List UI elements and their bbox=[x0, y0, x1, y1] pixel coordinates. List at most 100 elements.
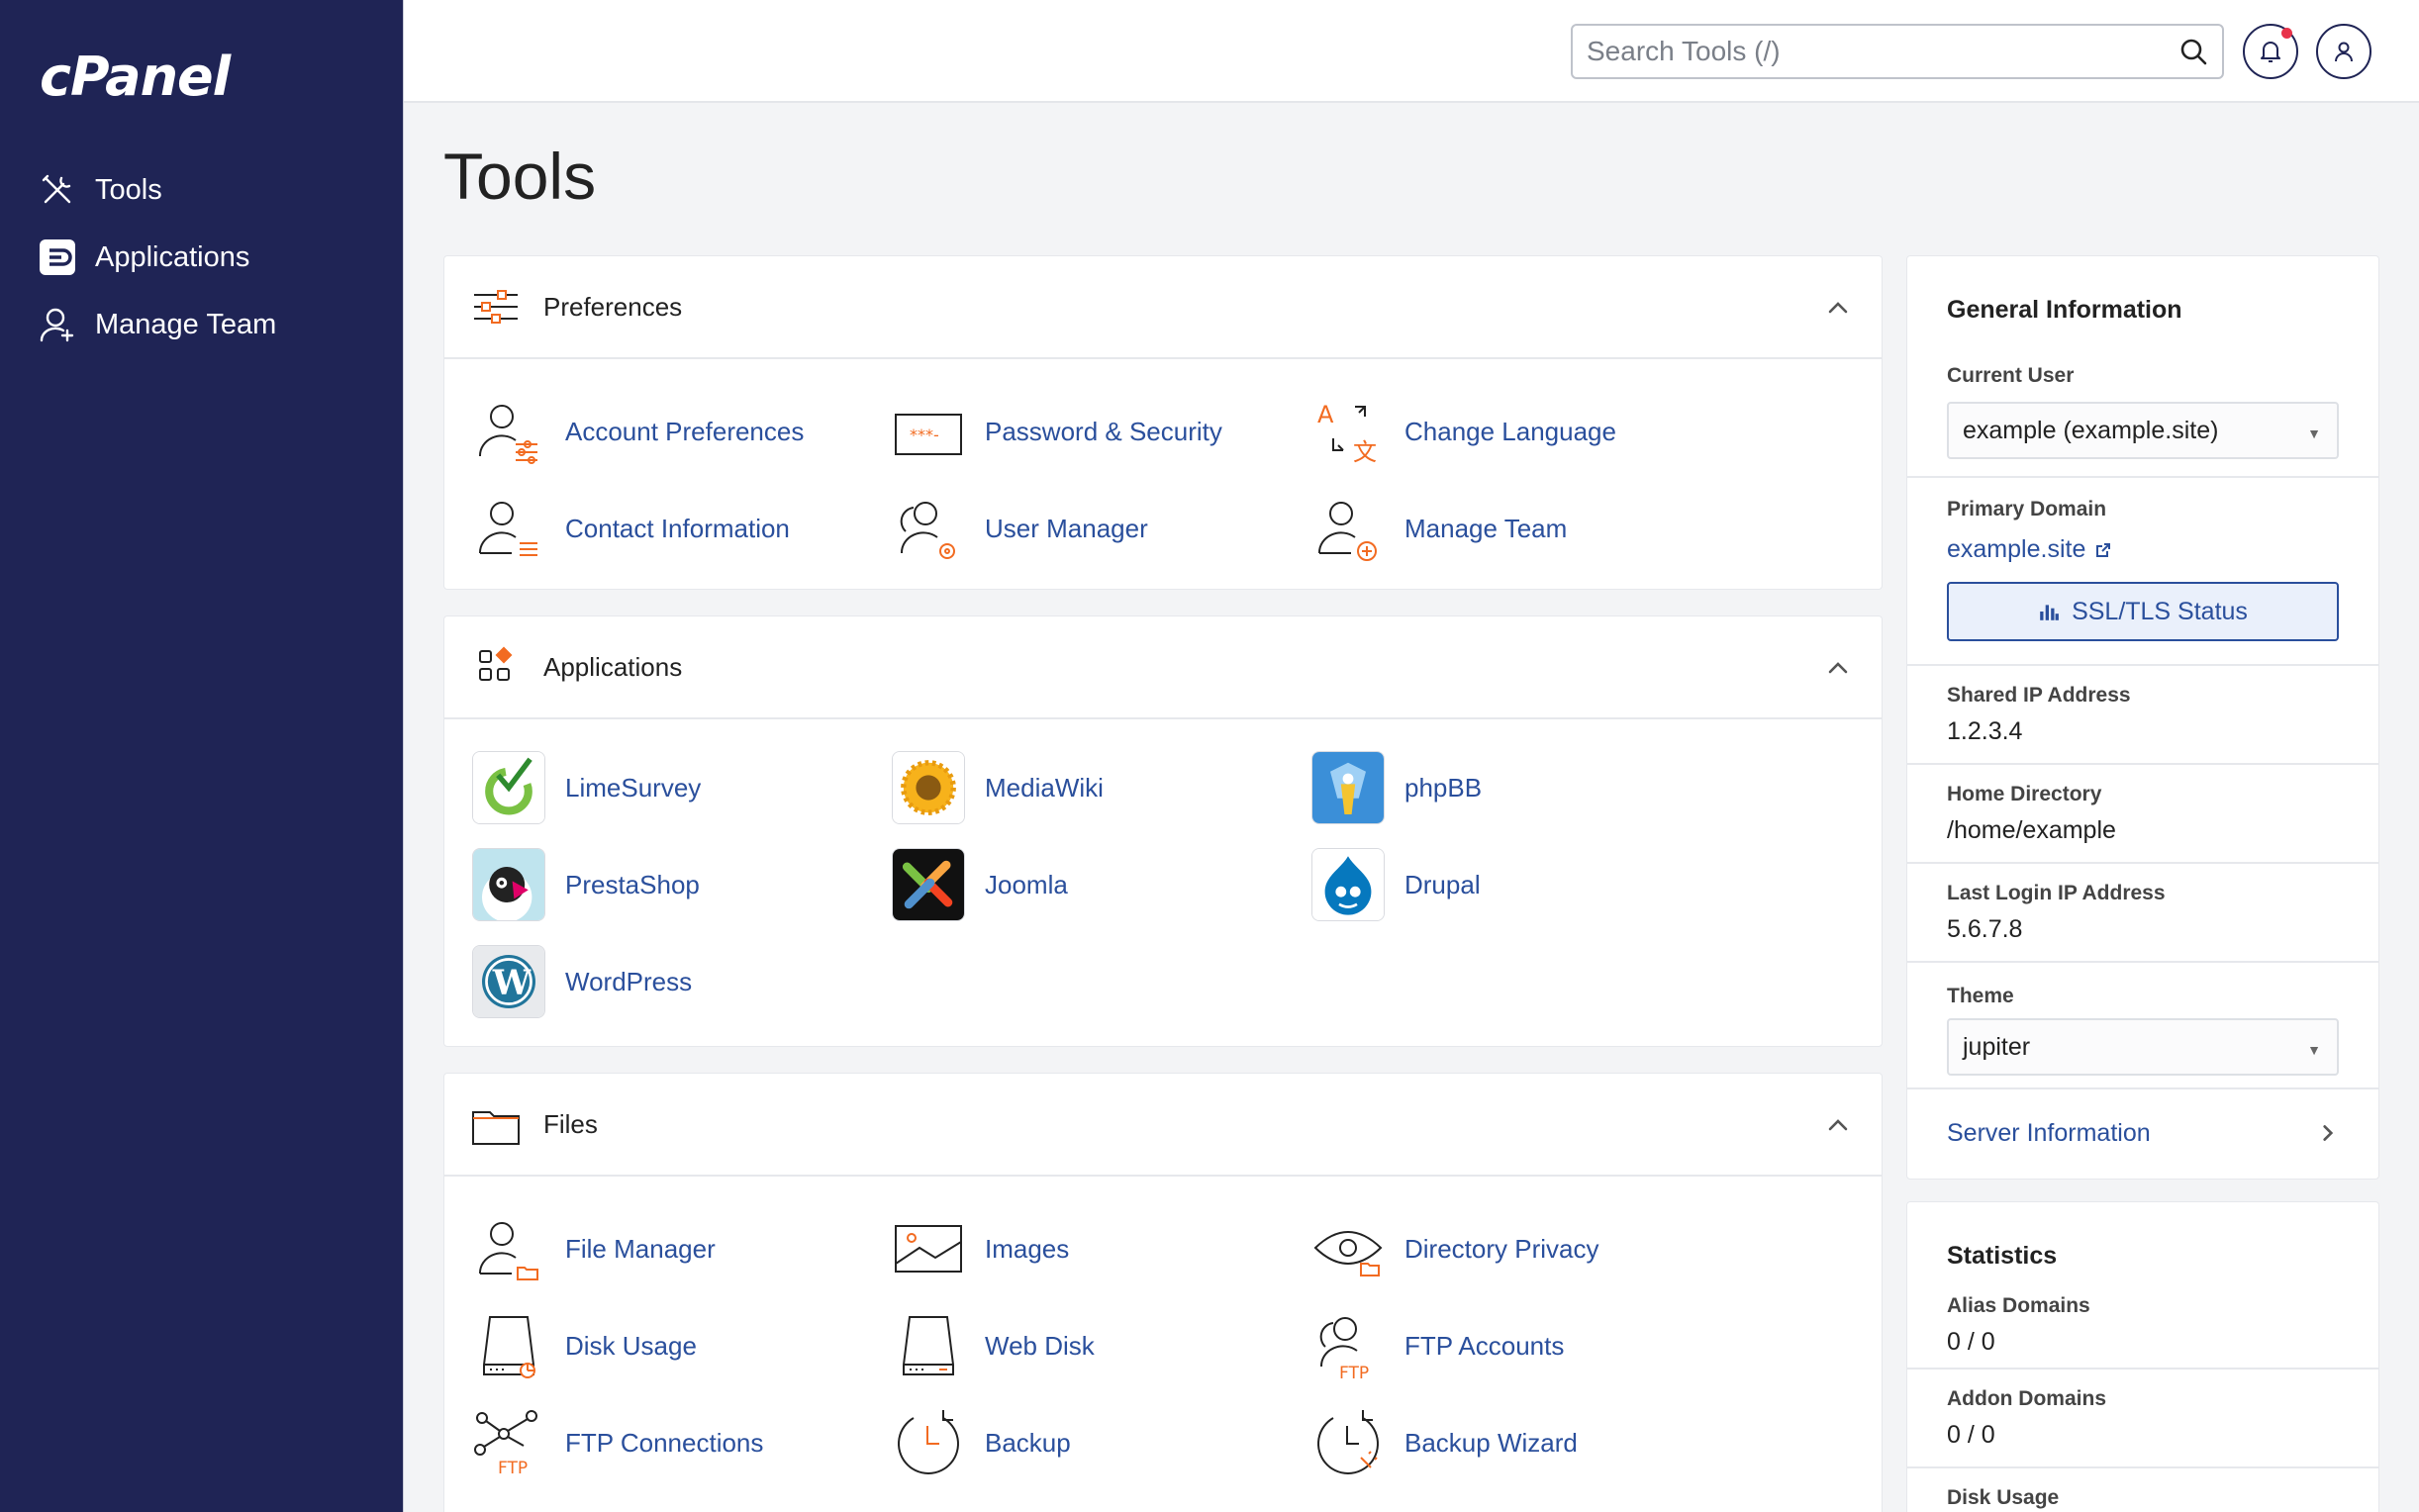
tool-contact-information[interactable]: Contact Information bbox=[468, 488, 790, 569]
tool-ftp-accounts[interactable]: FTP FTP Accounts bbox=[1307, 1305, 1564, 1386]
section-title: Applications bbox=[543, 651, 683, 682]
alias-domains-label: Alias Domains bbox=[1947, 1294, 2090, 1317]
search-box[interactable] bbox=[1571, 24, 2224, 79]
svg-text:***-: ***- bbox=[910, 425, 939, 444]
tool-password-security[interactable]: ***- Password & Security bbox=[888, 391, 1222, 472]
search-icon[interactable] bbox=[2178, 37, 2208, 66]
home-directory-label: Home Directory bbox=[1947, 783, 2102, 805]
applications-icon bbox=[40, 239, 75, 275]
sidebar-item-tools[interactable]: Tools bbox=[38, 156, 276, 224]
wordpress-icon: W bbox=[472, 945, 545, 1018]
last-login-label: Last Login IP Address bbox=[1947, 882, 2166, 904]
ssl-tls-status-button[interactable]: SSL/TLS Status bbox=[1947, 582, 2339, 641]
current-user-value: example (example.site) bbox=[1963, 416, 2219, 444]
search-input[interactable] bbox=[1587, 36, 2178, 67]
section-title: Files bbox=[543, 1108, 598, 1139]
disk-usage-icon bbox=[483, 1316, 535, 1378]
sidebar-item-label: Applications bbox=[95, 240, 250, 273]
svg-text:W: W bbox=[492, 964, 532, 1003]
app-joomla[interactable]: Joomla bbox=[888, 844, 1068, 925]
disk-usage-section: Disk Usage bbox=[1907, 1468, 2378, 1510]
tool-label: LimeSurvey bbox=[565, 772, 702, 803]
sidebar-item-label: Tools bbox=[95, 173, 162, 206]
chevron-up-icon[interactable] bbox=[1824, 294, 1852, 322]
last-login-section: Last Login IP Address 5.6.7.8 bbox=[1907, 864, 2378, 963]
disk-usage-label: Disk Usage bbox=[1947, 1486, 2060, 1509]
tool-label: User Manager bbox=[985, 513, 1148, 543]
home-directory-value: /home/example bbox=[1947, 816, 2116, 844]
drupal-icon bbox=[1311, 848, 1385, 921]
tool-label: WordPress bbox=[565, 966, 693, 996]
app-drupal[interactable]: Drupal bbox=[1307, 844, 1481, 925]
last-login-value: 5.6.7.8 bbox=[1947, 915, 2023, 943]
tool-user-manager[interactable]: User Manager bbox=[888, 488, 1148, 569]
bar-chart-icon bbox=[2040, 605, 2059, 620]
preferences-header[interactable]: Preferences bbox=[444, 256, 1882, 359]
tool-label: Disk Usage bbox=[565, 1330, 697, 1361]
sidebar-item-manage-team[interactable]: Manage Team bbox=[38, 291, 276, 358]
app-limesurvey[interactable]: LimeSurvey bbox=[468, 747, 701, 828]
server-information-row[interactable]: Server Information bbox=[1907, 1089, 2378, 1177]
chevron-up-icon[interactable] bbox=[1824, 654, 1852, 682]
tool-account-preferences[interactable]: Account Preferences bbox=[468, 391, 804, 472]
external-link-icon[interactable] bbox=[2093, 540, 2113, 560]
svg-text:FTP: FTP bbox=[498, 1459, 528, 1478]
mediawiki-icon bbox=[892, 751, 965, 824]
tool-ftp-connections[interactable]: FTP FTP Connections bbox=[468, 1402, 763, 1483]
chevron-up-icon[interactable] bbox=[1824, 1111, 1852, 1139]
tool-directory-privacy[interactable]: Directory Privacy bbox=[1307, 1208, 1598, 1289]
file-manager-icon bbox=[478, 1222, 538, 1280]
general-information-panel: General Information Current User example… bbox=[1906, 255, 2379, 1180]
tool-manage-team[interactable]: Manage Team bbox=[1307, 488, 1567, 569]
account-preferences-icon bbox=[478, 405, 537, 464]
app-prestashop[interactable]: PrestaShop bbox=[468, 844, 700, 925]
limesurvey-icon bbox=[472, 751, 545, 824]
tool-file-manager[interactable]: File Manager bbox=[468, 1208, 716, 1289]
tool-label: FTP Connections bbox=[565, 1427, 764, 1458]
tool-label: Manage Team bbox=[1404, 513, 1568, 543]
joomla-icon bbox=[892, 848, 965, 921]
app-phpbb[interactable]: phpBB bbox=[1307, 747, 1482, 828]
applications-header[interactable]: Applications bbox=[444, 616, 1882, 719]
manage-team-icon bbox=[40, 308, 74, 342]
tool-label: Contact Information bbox=[565, 513, 790, 543]
sidebar-item-applications[interactable]: Applications bbox=[38, 224, 276, 291]
tool-images[interactable]: Images bbox=[888, 1208, 1069, 1289]
tool-label: PrestaShop bbox=[565, 869, 700, 899]
apps-grid-icon bbox=[479, 646, 513, 681]
shared-ip-section: Shared IP Address 1.2.3.4 bbox=[1907, 666, 2378, 765]
server-information-link[interactable]: Server Information bbox=[1947, 1119, 2151, 1148]
app-mediawiki[interactable]: MediaWiki bbox=[888, 747, 1104, 828]
svg-text:FTP: FTP bbox=[1339, 1364, 1369, 1382]
panel-title: Statistics bbox=[1947, 1242, 2058, 1270]
tool-label: Directory Privacy bbox=[1404, 1233, 1599, 1264]
backup-wizard-icon bbox=[1317, 1410, 1379, 1474]
cpanel-logo[interactable]: cPanel bbox=[40, 46, 231, 108]
tool-web-disk[interactable]: Web Disk bbox=[888, 1305, 1095, 1386]
notification-dot bbox=[2281, 28, 2292, 39]
tool-label: File Manager bbox=[565, 1233, 716, 1264]
app-wordpress[interactable]: W WordPress bbox=[468, 941, 692, 1022]
bell-icon bbox=[2261, 42, 2280, 62]
prestashop-icon bbox=[472, 848, 545, 921]
addon-domains-section: Addon Domains 0 / 0 bbox=[1907, 1370, 2378, 1468]
alias-domains-section: Alias Domains 0 / 0 bbox=[1907, 1271, 2378, 1370]
applications-card: Applications LimeSurvey MediaWiki phpBB … bbox=[443, 615, 1883, 1047]
files-header[interactable]: Files bbox=[444, 1074, 1882, 1177]
tool-backup[interactable]: Backup bbox=[888, 1402, 1071, 1483]
tool-change-language[interactable]: A文 Change Language bbox=[1307, 391, 1616, 472]
addon-domains-label: Addon Domains bbox=[1947, 1387, 2106, 1410]
primary-domain-link[interactable]: example.site bbox=[1947, 535, 2085, 564]
addon-domains-value: 0 / 0 bbox=[1947, 1421, 1995, 1449]
language-icon: A文 bbox=[1317, 401, 1377, 466]
web-disk-icon bbox=[903, 1316, 954, 1375]
tool-backup-wizard[interactable]: Backup Wizard bbox=[1307, 1402, 1578, 1483]
user-menu-button[interactable] bbox=[2316, 24, 2371, 79]
current-user-select[interactable]: example (example.site) ▼ bbox=[1947, 402, 2339, 459]
caret-down-icon: ▼ bbox=[2307, 425, 2321, 441]
panel-title: General Information bbox=[1947, 296, 2182, 324]
notifications-button[interactable] bbox=[2243, 24, 2298, 79]
home-directory-section: Home Directory /home/example bbox=[1907, 765, 2378, 864]
tool-disk-usage[interactable]: Disk Usage bbox=[468, 1305, 697, 1386]
theme-select[interactable]: jupiter ▼ bbox=[1947, 1018, 2339, 1076]
